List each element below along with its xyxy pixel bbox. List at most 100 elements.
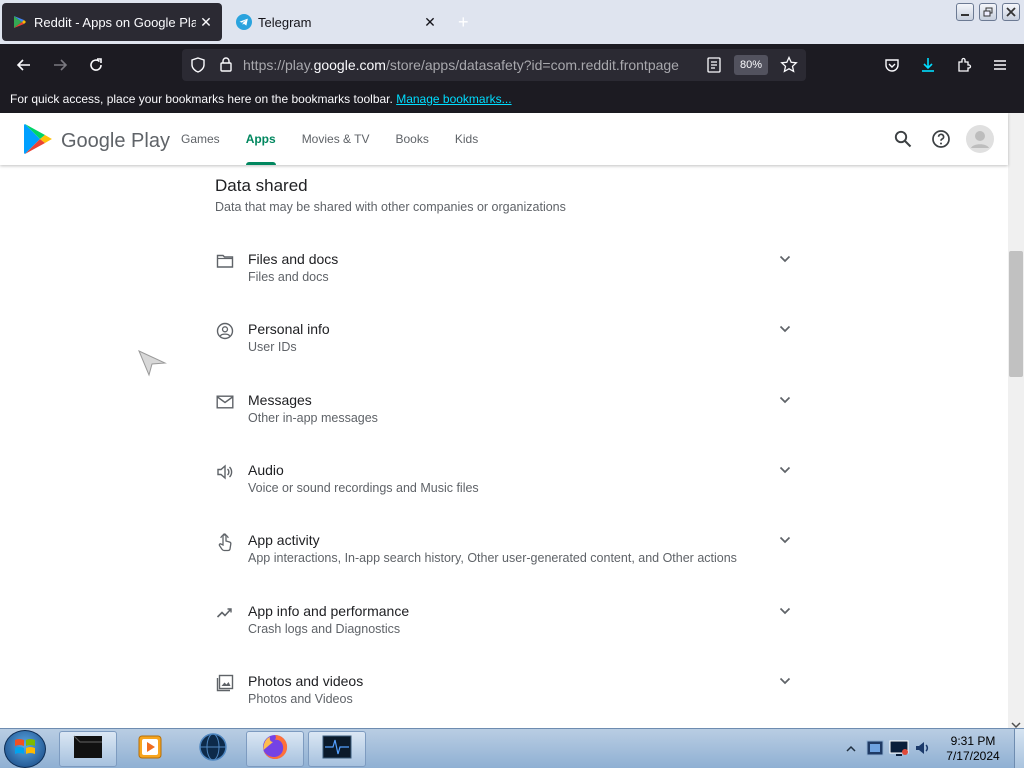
url-bar[interactable]: https://play.google.com/store/apps/datas… (182, 49, 806, 81)
folder-icon (215, 251, 235, 271)
bookmarks-hint: For quick access, place your bookmarks h… (10, 92, 393, 106)
help-icon[interactable] (929, 127, 953, 151)
close-tab-icon[interactable]: ✕ (420, 14, 440, 31)
data-item-app-info-performance[interactable]: App info and performance Crash logs and … (215, 603, 795, 653)
clock-date: 7/17/2024 (946, 749, 1000, 763)
data-item-messages[interactable]: Messages Other in-app messages (215, 392, 795, 442)
data-item-files-docs[interactable]: Files and docs Files and docs (215, 251, 795, 301)
item-title: Personal info (248, 321, 330, 337)
telegram-favicon-icon (236, 14, 252, 30)
manage-bookmarks-link[interactable]: Manage bookmarks... (396, 92, 511, 106)
clock-time: 9:31 PM (950, 734, 996, 748)
data-item-app-activity[interactable]: App activity App interactions, In-app se… (215, 532, 795, 582)
search-icon[interactable] (891, 127, 915, 151)
tray-display-icon[interactable] (888, 737, 910, 764)
system-clock[interactable]: 9:31 PM 7/17/2024 (930, 734, 1016, 764)
item-subtitle: Voice or sound recordings and Music file… (248, 481, 479, 495)
tab-telegram[interactable]: Telegram ✕ (226, 3, 446, 41)
speaker-icon (215, 462, 235, 482)
taskbar-app-globe[interactable] (184, 731, 242, 767)
show-hidden-icons-icon[interactable] (846, 741, 856, 759)
chevron-down-icon[interactable] (777, 392, 793, 408)
data-item-personal-info[interactable]: Personal info User IDs (215, 321, 795, 371)
url-text[interactable]: https://play.google.com/store/apps/datas… (243, 57, 679, 73)
section-title: Data shared (215, 176, 308, 195)
taskbar-app-monitor[interactable] (308, 731, 366, 767)
show-desktop-button[interactable] (1014, 729, 1024, 768)
pocket-icon[interactable] (879, 52, 905, 78)
chevron-down-icon[interactable] (777, 321, 793, 337)
item-subtitle: User IDs (248, 340, 297, 354)
tracking-shield-icon[interactable] (190, 57, 206, 78)
account-avatar[interactable] (966, 125, 994, 153)
nav-books[interactable]: Books (396, 113, 429, 165)
taskbar-app-media-player[interactable] (121, 731, 179, 767)
google-play-favicon-icon (12, 14, 28, 30)
nav-apps[interactable]: Apps (245, 113, 276, 165)
activity-monitor-icon (321, 734, 353, 765)
reader-view-icon[interactable] (707, 57, 721, 78)
start-button[interactable] (4, 730, 46, 768)
firefox-icon (260, 732, 290, 767)
tab-title: Reddit - Apps on Google Play (34, 14, 196, 30)
item-subtitle: Other in-app messages (248, 411, 378, 425)
image-icon (215, 673, 235, 693)
item-subtitle: Files and docs (248, 270, 329, 284)
taskbar-app-terminal[interactable] (59, 731, 117, 767)
scrollbar-thumb[interactable] (1009, 251, 1023, 377)
new-tab-icon[interactable]: + (458, 12, 469, 33)
tab-reddit-google-play[interactable]: Reddit - Apps on Google Play ✕ (2, 3, 222, 41)
nav-kids[interactable]: Kids (455, 113, 478, 165)
close-window-icon[interactable] (1002, 3, 1020, 21)
google-play-header: Google Play Games Apps Movies & TV Books… (0, 113, 1008, 165)
data-item-photos-videos[interactable]: Photos and videos Photos and Videos (215, 673, 795, 723)
windows-logo-icon (14, 737, 36, 762)
zoom-level-badge[interactable]: 80% (734, 55, 768, 75)
item-title: App info and performance (248, 603, 410, 619)
back-icon[interactable] (11, 52, 37, 78)
close-tab-icon[interactable]: ✕ (196, 14, 216, 31)
activity-icon (215, 603, 235, 623)
reload-icon[interactable] (83, 52, 109, 78)
section-subtitle: Data that may be shared with other compa… (215, 200, 566, 214)
terminal-app-icon (72, 734, 104, 765)
tray-network-icon[interactable] (864, 737, 886, 764)
chevron-down-icon[interactable] (777, 462, 793, 478)
bookmark-star-icon[interactable] (780, 55, 798, 79)
tab-title: Telegram (258, 14, 312, 30)
item-title: Audio (248, 462, 284, 478)
taskbar-app-firefox[interactable] (246, 731, 304, 767)
forward-icon[interactable] (47, 52, 73, 78)
nav-movies-tv[interactable]: Movies & TV (302, 113, 370, 165)
google-play-logo[interactable]: Google Play (23, 123, 170, 160)
url-domain: google.com (313, 57, 386, 73)
navigation-toolbar: https://play.google.com/store/apps/datas… (0, 44, 1024, 86)
bookmarks-toolbar: For quick access, place your bookmarks h… (0, 86, 1024, 113)
mouse-cursor-icon (137, 349, 167, 382)
page-scrollbar[interactable] (1008, 113, 1024, 729)
chevron-down-icon[interactable] (777, 673, 793, 689)
lock-icon[interactable] (218, 56, 234, 77)
item-title: Files and docs (248, 251, 339, 267)
downloads-icon[interactable] (915, 52, 941, 78)
data-item-audio[interactable]: Audio Voice or sound recordings and Musi… (215, 462, 795, 512)
restore-window-icon[interactable] (979, 3, 997, 21)
chevron-down-icon[interactable] (777, 532, 793, 548)
item-subtitle: Photos and Videos (248, 692, 353, 706)
mail-icon (215, 392, 235, 412)
item-subtitle: App interactions, In-app search history,… (248, 551, 737, 565)
person-icon (215, 321, 235, 341)
item-title: Photos and videos (248, 673, 364, 689)
minimize-window-icon[interactable] (956, 3, 974, 21)
google-play-logo-icon (23, 123, 53, 160)
extensions-icon[interactable] (951, 52, 977, 78)
google-play-nav: Games Apps Movies & TV Books Kids (181, 113, 504, 165)
google-play-logo-text: Google Play (61, 130, 170, 152)
chevron-down-icon[interactable] (777, 603, 793, 619)
nav-games[interactable]: Games (181, 113, 220, 165)
taskbar: 9:31 PM 7/17/2024 (0, 728, 1024, 768)
menu-hamburger-icon[interactable] (987, 52, 1013, 78)
url-path: /store/apps/datasafety?id=com.reddit.fro… (385, 57, 679, 73)
chevron-down-icon[interactable] (777, 251, 793, 267)
item-subtitle: Crash logs and Diagnostics (248, 622, 401, 636)
